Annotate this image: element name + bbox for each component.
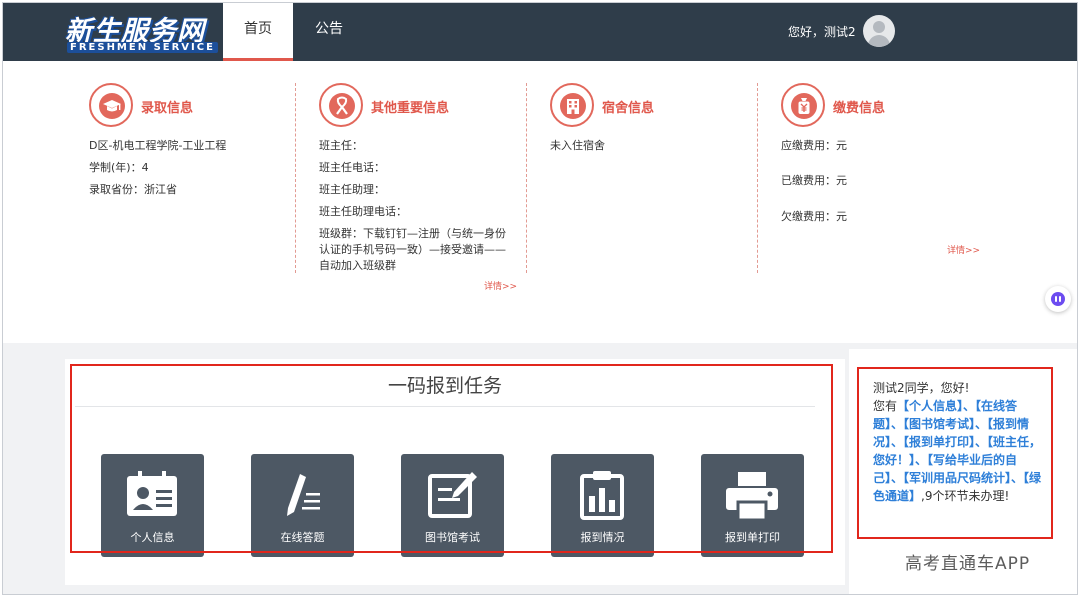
admission-line: 学制(年)：4 <box>89 161 149 174</box>
ribbon-icon <box>319 83 363 127</box>
money-bag-icon <box>781 83 825 127</box>
other-line: 班主任： <box>319 139 363 152</box>
tab-home[interactable]: 首页 <box>223 3 293 61</box>
notice-greeting: 测试2同学，您好! <box>873 381 970 395</box>
assistant-eye <box>1059 296 1061 302</box>
fee-line: 应缴费用：元 <box>781 139 847 152</box>
other-title: 其他重要信息 <box>371 101 450 116</box>
admission-line: 录取省份：浙江省 <box>89 183 177 196</box>
highlight-box-tasks <box>70 364 833 553</box>
fee-line: 欠缴费用：元 <box>781 210 847 223</box>
logo-subtext: FRESHMEN SERVICE <box>67 42 218 53</box>
column-divider <box>526 83 527 273</box>
user-avatar[interactable] <box>863 15 895 47</box>
admission-line: D区-机电工程学院-工业工程 <box>89 139 227 152</box>
graduation-cap-icon <box>89 83 133 127</box>
other-line: 班主任助理： <box>319 183 385 196</box>
fee-line: 已缴费用：元 <box>781 174 847 187</box>
app-frame: 新生服务网 FRESHMEN SERVICE 首页 公告 您好，测试2 录取信息… <box>2 2 1078 595</box>
other-line: 自动加入班级群 <box>319 259 396 272</box>
watermark-text: 高考直通车APP <box>905 554 1031 574</box>
fee-details-link[interactable]: 详情>> <box>947 243 980 256</box>
other-line: 班主任助理电话： <box>319 205 407 218</box>
other-info-section: 其他重要信息 班主任： 班主任电话： 班主任助理： 班主任助理电话： 班级群：下… <box>319 83 549 273</box>
fee-title: 缴费信息 <box>833 101 886 116</box>
column-divider <box>757 83 758 273</box>
notice-suffix: ,9个环节未办理! <box>921 489 1010 503</box>
pending-items-links[interactable]: 【个人信息】、【在线答题】、【图书馆考试】、【报到情况】、【报到单打印】、【班主… <box>873 399 1041 503</box>
other-details-link[interactable]: 详情>> <box>484 279 517 292</box>
admission-title: 录取信息 <box>141 101 194 116</box>
notice-body: 您有【个人信息】、【在线答题】、【图书馆考试】、【报到情况】、【报到单打印】、【… <box>873 397 1045 505</box>
pending-items-notice: 测试2同学，您好! 您有【个人信息】、【在线答题】、【图书馆考试】、【报到情况】… <box>873 379 1045 505</box>
dorm-line: 未入住宿舍 <box>550 139 605 152</box>
dorm-title: 宿舍信息 <box>602 101 655 116</box>
site-logo[interactable]: 新生服务网 FRESHMEN SERVICE <box>65 9 221 57</box>
assistant-eye <box>1055 296 1057 302</box>
info-panel: 录取信息 D区-机电工程学院-工业工程 学制(年)：4 录取省份：浙江省 其他重… <box>3 61 1077 343</box>
other-line: 班级群：下载钉钉—注册（与统一身份 <box>319 227 506 240</box>
assistant-icon <box>1051 292 1065 306</box>
tab-notice[interactable]: 公告 <box>299 3 359 61</box>
dorm-info-section: 宿舍信息 未入住宿舍 <box>550 83 780 273</box>
admission-info-section: 录取信息 D区-机电工程学院-工业工程 学制(年)：4 录取省份：浙江省 <box>89 83 319 273</box>
other-line: 认证的手机号码一致）—接受邀请—— <box>319 243 506 256</box>
building-icon <box>550 83 594 127</box>
user-greeting: 您好，测试2 <box>788 25 856 39</box>
avatar-head <box>873 21 885 33</box>
assistant-float-button[interactable] <box>1045 286 1071 312</box>
column-divider <box>295 83 296 273</box>
avatar-body <box>868 35 890 47</box>
notice-prefix: 您有 <box>873 399 898 413</box>
top-nav-bar: 新生服务网 FRESHMEN SERVICE 首页 公告 您好，测试2 <box>3 3 1077 61</box>
other-line: 班主任电话： <box>319 161 385 174</box>
